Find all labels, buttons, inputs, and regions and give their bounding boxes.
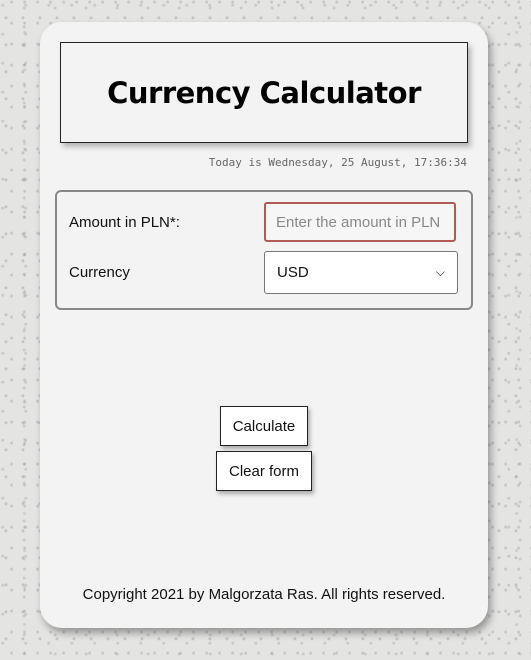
- currency-select[interactable]: USD ⌵: [264, 251, 458, 294]
- copyright-text: Copyright 2021 by Malgorzata Ras. All ri…: [82, 586, 446, 603]
- chevron-down-icon: ⌵: [435, 265, 445, 279]
- currency-form: Amount in PLN*: Currency USD ⌵: [55, 190, 473, 310]
- currency-label: Currency: [69, 264, 130, 281]
- amount-label: Amount in PLN*:: [69, 214, 180, 231]
- current-date-text: Today is Wednesday, 25 August, 17:36:34: [208, 156, 467, 169]
- title-box: Currency Calculator: [60, 42, 468, 143]
- calculate-button[interactable]: Calculate: [220, 406, 308, 446]
- calculator-card: Currency Calculator Today is Wednesday, …: [40, 22, 488, 628]
- page-title: Currency Calculator: [107, 75, 421, 110]
- clear-form-button[interactable]: Clear form: [216, 451, 312, 491]
- amount-input[interactable]: [264, 202, 456, 242]
- currency-selected-value: USD: [277, 264, 309, 281]
